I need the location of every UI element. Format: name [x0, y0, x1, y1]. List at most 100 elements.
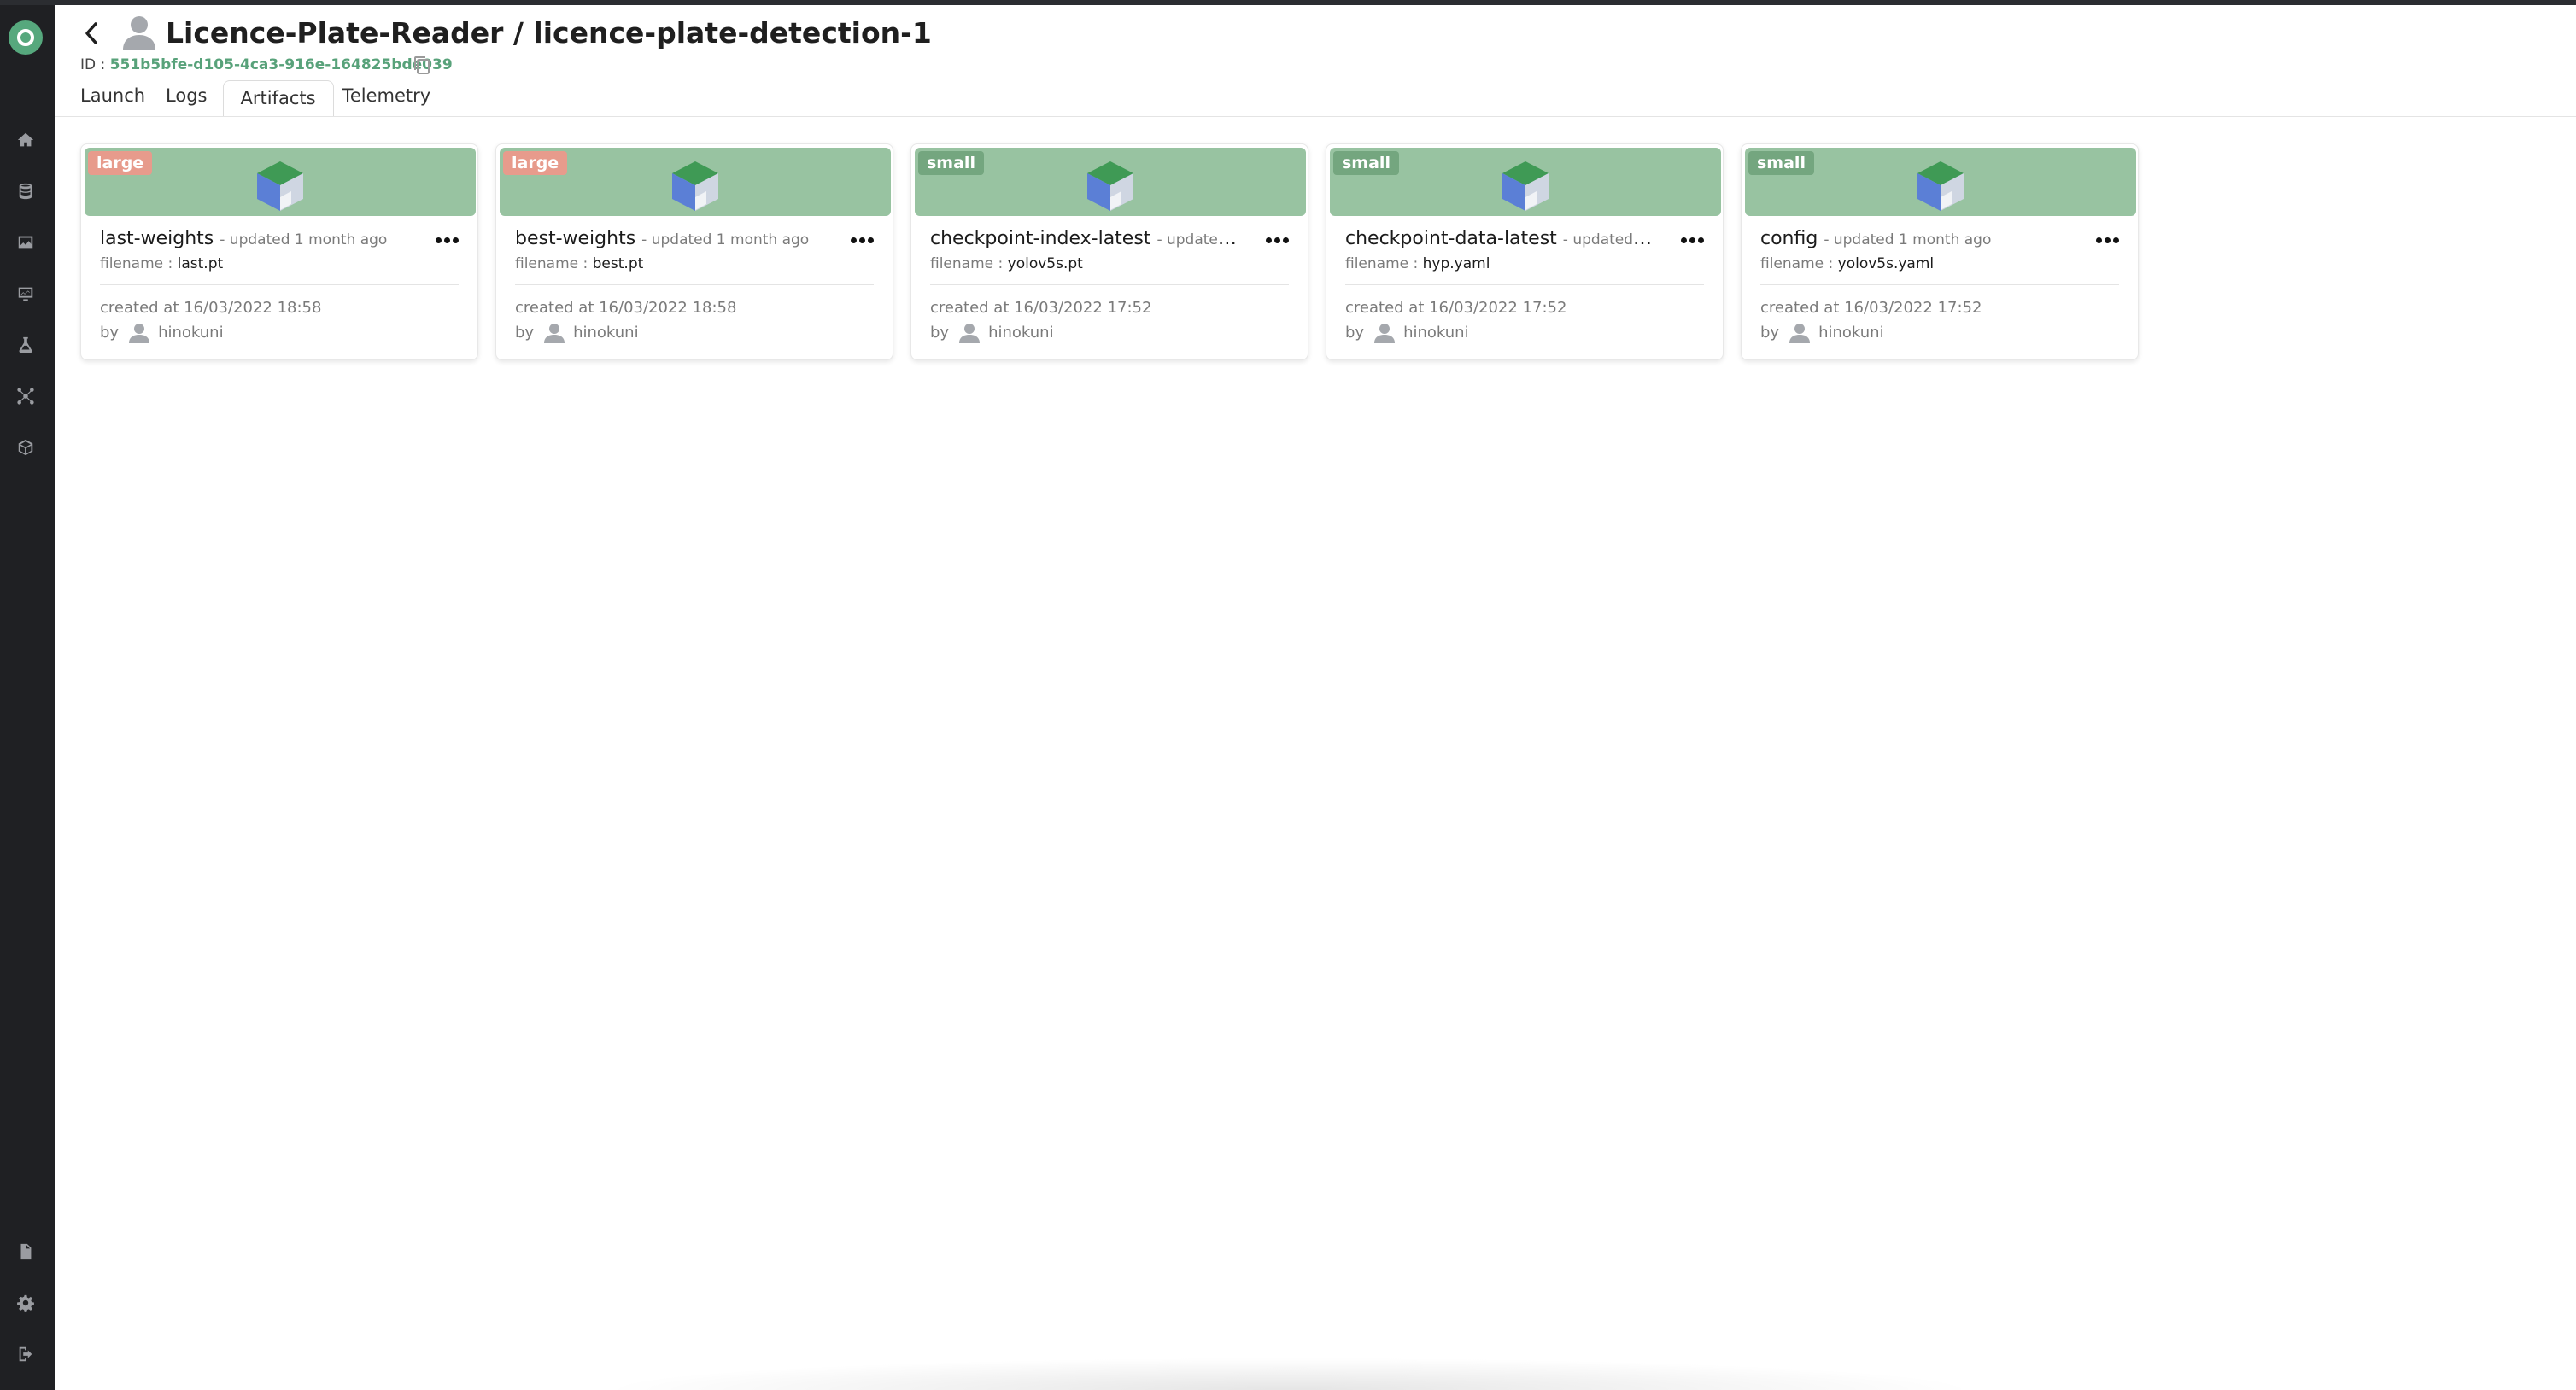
- artifact-banner: large: [85, 148, 476, 216]
- artifact-cube-icon: [257, 161, 303, 211]
- by-label: by: [100, 324, 120, 342]
- card-divider: [1760, 284, 2119, 285]
- card-divider: [1345, 284, 1704, 285]
- artifact-title: best-weights - updated 1 month ago: [515, 226, 823, 253]
- id-label: ID :: [80, 56, 106, 73]
- logout-icon[interactable]: [14, 1342, 38, 1366]
- artifact-title: config - updated 1 month ago: [1760, 226, 2068, 253]
- artifact-updated: - updated 1 month ago: [1156, 231, 1238, 248]
- more-options-icon[interactable]: [433, 230, 460, 250]
- by-label: by: [1760, 324, 1780, 342]
- artifact-banner: large: [500, 148, 891, 216]
- artifact-created: created at 16/03/2022 18:58: [515, 299, 737, 317]
- artifact-cube-icon: [672, 161, 718, 211]
- artifact-name: checkpoint-data-latest: [1345, 228, 1557, 249]
- more-options-icon[interactable]: [848, 230, 875, 250]
- artifact-created: created at 16/03/2022 18:58: [100, 299, 322, 317]
- gear-icon[interactable]: [14, 1291, 38, 1315]
- tab-launch[interactable]: Launch: [80, 84, 145, 116]
- filename-label: filename :: [100, 255, 173, 272]
- chart-icon[interactable]: [14, 282, 38, 306]
- artifact-author: by hinokuni: [515, 322, 639, 344]
- artifact-cube-icon: [1502, 161, 1549, 211]
- artifact-title: checkpoint-data-latest - updated 1 month…: [1345, 226, 1653, 253]
- flask-icon[interactable]: [14, 333, 38, 357]
- artifact-banner: small: [1330, 148, 1721, 216]
- filename-label: filename :: [930, 255, 1004, 272]
- artifact-card[interactable]: small checkpoint-index-latest - updated …: [910, 143, 1308, 360]
- home-icon[interactable]: [14, 128, 38, 152]
- user-name: hinokuni: [1818, 324, 1884, 342]
- user-avatar-icon: [959, 324, 981, 343]
- artifact-name: best-weights: [515, 228, 636, 249]
- network-icon[interactable]: [14, 384, 38, 408]
- filename-value: yolov5s.yaml: [1837, 255, 1935, 272]
- artifact-card[interactable]: large last-weights - updated 1 month ago…: [80, 143, 478, 360]
- more-options-icon[interactable]: [1678, 230, 1706, 250]
- bottom-shadow: [598, 1358, 1982, 1390]
- user-avatar-icon: [129, 324, 150, 343]
- more-options-icon[interactable]: [1263, 230, 1291, 250]
- image-icon[interactable]: [14, 231, 38, 254]
- by-label: by: [1345, 324, 1365, 342]
- size-badge: small: [918, 151, 984, 175]
- artifact-created: created at 16/03/2022 17:52: [930, 299, 1152, 317]
- user-avatar-icon: [1374, 324, 1396, 343]
- tab-logs[interactable]: Logs: [166, 84, 207, 116]
- artifact-updated: - updated 1 month ago: [1562, 231, 1653, 248]
- artifact-created: created at 16/03/2022 17:52: [1345, 299, 1567, 317]
- filename-label: filename :: [1345, 255, 1419, 272]
- artifact-filename: filename : yolov5s.pt: [930, 254, 1083, 274]
- artifact-filename: filename : yolov5s.yaml: [1760, 254, 1934, 274]
- logo-icon[interactable]: [9, 20, 43, 55]
- artifact-filename: filename : best.pt: [515, 254, 643, 274]
- artifact-created: created at 16/03/2022 17:52: [1760, 299, 1982, 317]
- artifact-card[interactable]: small config - updated 1 month ago filen…: [1741, 143, 2139, 360]
- artifact-cube-icon: [1087, 161, 1133, 211]
- size-badge: large: [503, 151, 568, 175]
- artifact-filename: filename : last.pt: [100, 254, 223, 274]
- size-badge: large: [88, 151, 153, 175]
- artifact-cube-icon: [1917, 161, 1964, 211]
- filename-value: best.pt: [592, 255, 644, 272]
- document-icon[interactable]: [14, 1240, 38, 1264]
- tab-telemetry[interactable]: Telemetry: [342, 84, 431, 116]
- artifact-title: last-weights - updated 1 month ago: [100, 226, 407, 253]
- user-avatar-icon: [1789, 324, 1811, 343]
- artifact-banner: small: [1745, 148, 2136, 216]
- filename-value: last.pt: [177, 255, 224, 272]
- filename-value: hyp.yaml: [1422, 255, 1490, 272]
- tab-bar: Launch Logs Artifacts Telemetry: [80, 80, 451, 117]
- artifact-card[interactable]: small checkpoint-data-latest - updated 1…: [1326, 143, 1724, 360]
- back-arrow-icon[interactable]: [79, 17, 104, 50]
- cube-icon[interactable]: [14, 435, 38, 459]
- by-label: by: [930, 324, 950, 342]
- user-name: hinokuni: [988, 324, 1054, 342]
- filename-value: yolov5s.pt: [1007, 255, 1083, 272]
- artifact-author: by hinokuni: [100, 322, 224, 344]
- user-name: hinokuni: [158, 324, 224, 342]
- window-top-strip: [0, 0, 2576, 5]
- artifact-author: by hinokuni: [1345, 322, 1469, 344]
- user-avatar-icon: [544, 324, 565, 343]
- page-title: Licence-Plate-Reader / licence-plate-det…: [166, 16, 932, 50]
- artifact-filename: filename : hyp.yaml: [1345, 254, 1490, 274]
- copy-icon[interactable]: [412, 55, 432, 77]
- experiment-id: ID : 551b5bfe-d105-4ca3-916e-164825bde03…: [80, 55, 453, 75]
- tab-artifacts[interactable]: Artifacts: [222, 80, 334, 117]
- database-icon[interactable]: [14, 179, 38, 203]
- artifact-name: last-weights: [100, 228, 214, 249]
- artifact-name: config: [1760, 228, 1818, 249]
- user-name: hinokuni: [573, 324, 639, 342]
- project-avatar-icon: [123, 16, 155, 50]
- more-options-icon[interactable]: [2093, 230, 2121, 250]
- artifact-updated: - updated 1 month ago: [1824, 231, 1992, 248]
- artifact-updated: - updated 1 month ago: [641, 231, 810, 248]
- filename-label: filename :: [1760, 255, 1834, 272]
- by-label: by: [515, 324, 535, 342]
- card-divider: [100, 284, 459, 285]
- sidebar: [0, 5, 55, 1390]
- id-value: 551b5bfe-d105-4ca3-916e-164825bde039: [109, 56, 453, 73]
- tab-divider: [55, 116, 2576, 117]
- artifact-card[interactable]: large best-weights - updated 1 month ago…: [495, 143, 893, 360]
